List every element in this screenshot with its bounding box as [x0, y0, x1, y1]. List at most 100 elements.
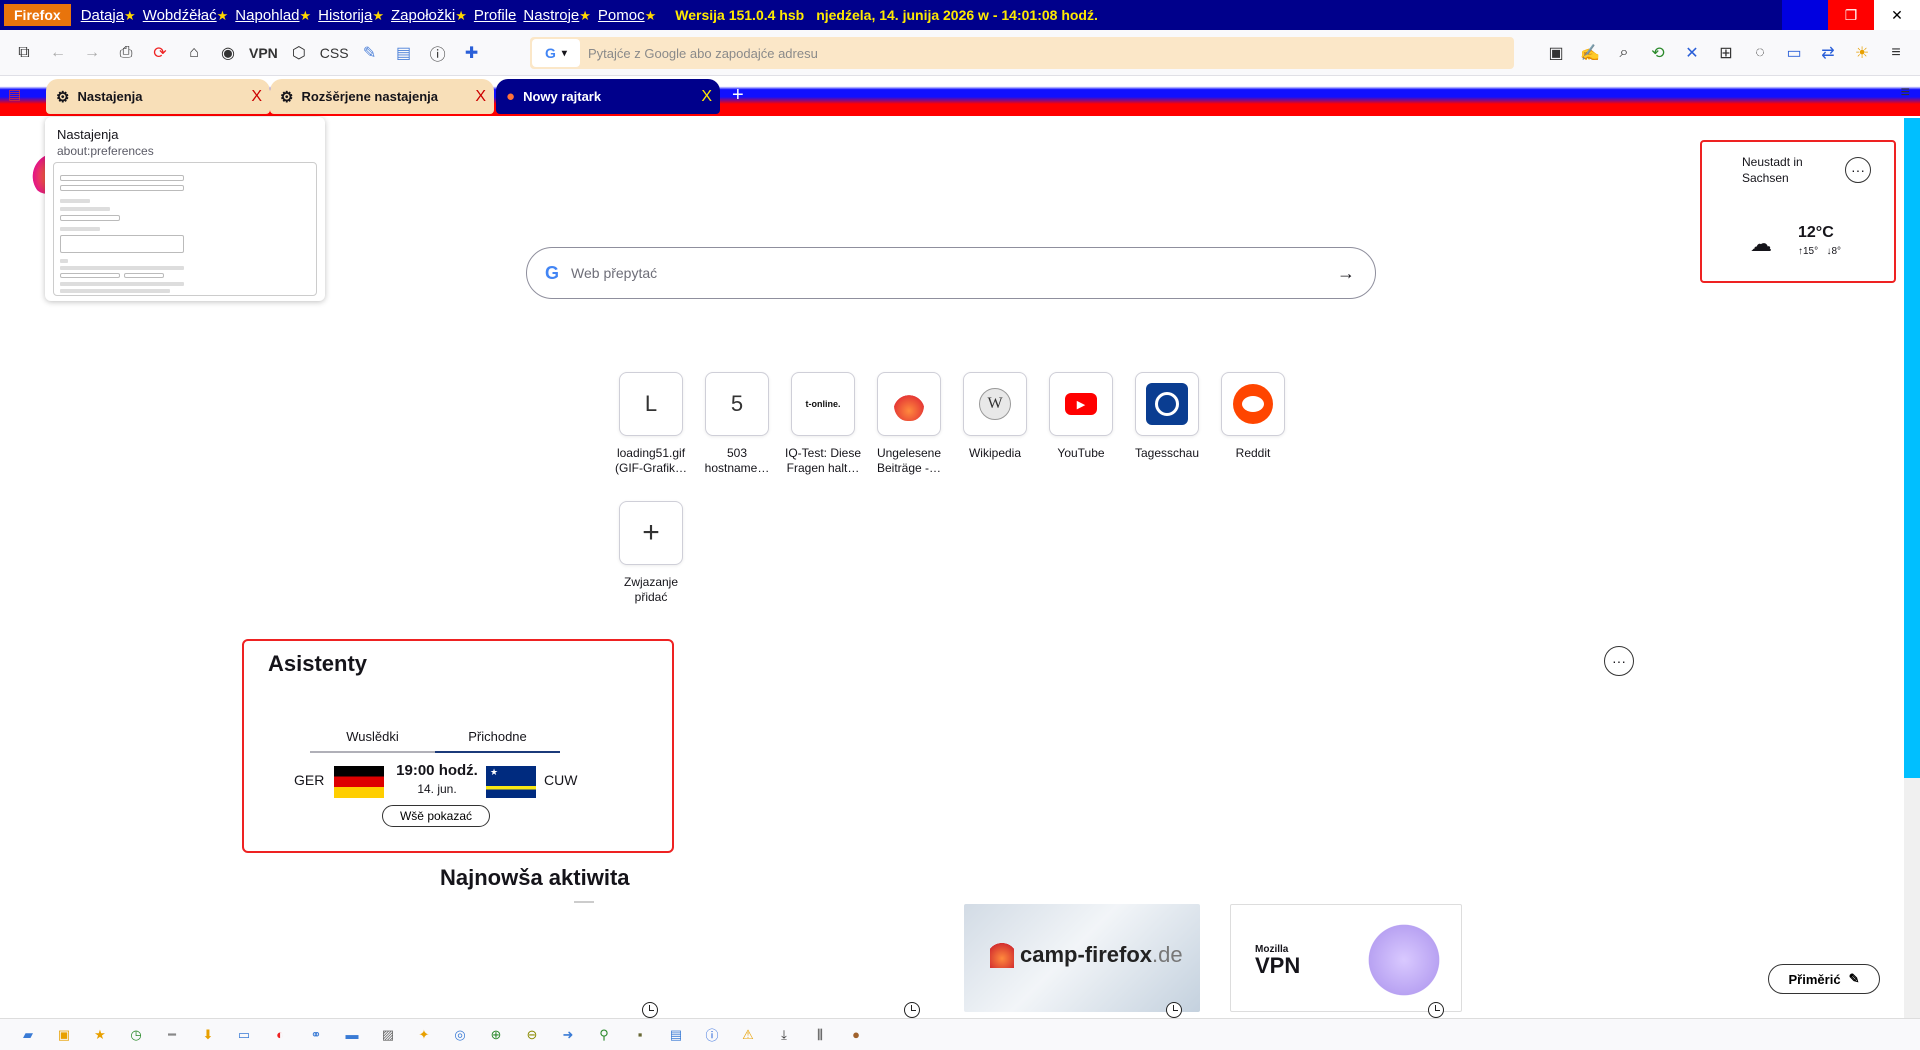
- tab-upcoming[interactable]: Přichodne: [435, 723, 560, 753]
- translate-icon[interactable]: ⇄: [1814, 39, 1842, 67]
- show-all-button[interactable]: Wšě pokazać: [382, 805, 490, 827]
- plus-green-icon[interactable]: ⊕: [485, 1024, 507, 1046]
- menu-nastroje[interactable]: Nastroje★: [523, 7, 591, 24]
- bulb-icon[interactable]: ✦: [413, 1024, 435, 1046]
- add-shortcut-button[interactable]: + Zwjazanje přidać: [608, 501, 694, 605]
- window-icon[interactable]: ▭: [233, 1024, 255, 1046]
- tab-rozsherjene-nastajenja[interactable]: ⚙ Rozšěrjene nastajenja X: [270, 79, 494, 114]
- url-input[interactable]: [588, 45, 1388, 61]
- image-icon[interactable]: ▨: [377, 1024, 399, 1046]
- zoom-icon[interactable]: ⚲: [593, 1024, 615, 1046]
- firefox-menu-button[interactable]: Firefox: [4, 4, 71, 26]
- tab-close-button[interactable]: X: [701, 88, 712, 106]
- chat-icon[interactable]: ◌: [1746, 39, 1774, 67]
- tab-nastajenja[interactable]: ⚙ Nastajenja X: [46, 79, 270, 114]
- hamburger-menu-icon[interactable]: ≡: [1882, 39, 1910, 67]
- match-row[interactable]: GER 19:00 hodź. 14. jun. CUW: [244, 762, 676, 802]
- shortcut-tagesschau[interactable]: Tagesschau: [1124, 372, 1210, 461]
- tab-list-icon[interactable]: ▤: [8, 86, 21, 103]
- download-icon[interactable]: ⤓: [773, 1024, 795, 1046]
- clock-icon: [642, 1002, 658, 1018]
- notes-icon[interactable]: ✍: [1576, 39, 1604, 67]
- gear-icon: ⚙: [56, 88, 70, 106]
- print-icon[interactable]: ⎙: [112, 39, 140, 67]
- reader-icon[interactable]: ▤: [390, 39, 418, 67]
- close-x-icon[interactable]: ✕: [1678, 39, 1706, 67]
- search-engine-button[interactable]: G ▾: [532, 39, 580, 67]
- star-icon[interactable]: ★: [89, 1024, 111, 1046]
- sync-icon[interactable]: ⟲: [1644, 39, 1672, 67]
- reload-icon[interactable]: ⟳: [146, 39, 174, 67]
- screenshot-icon[interactable]: ◉: [214, 39, 242, 67]
- arrow-icon[interactable]: ➜: [557, 1024, 579, 1046]
- bookmark-folder-icon[interactable]: ▣: [53, 1024, 75, 1046]
- menu-profile[interactable]: Profile: [474, 7, 517, 24]
- weather-city: Neustadt in Sachsen: [1742, 155, 1803, 185]
- globe-search-icon[interactable]: ◎: [449, 1024, 471, 1046]
- network-icon[interactable]: ⚭: [305, 1024, 327, 1046]
- recent-card-camp-firefox[interactable]: camp-firefox.de: [964, 904, 1200, 1012]
- web-search-box[interactable]: G →: [526, 247, 1376, 299]
- menu-napohlad[interactable]: Napohlad★: [235, 7, 311, 24]
- sidebar-toggle-icon[interactable]: ⧉: [10, 39, 38, 67]
- reader-view-icon[interactable]: ▣: [1542, 39, 1570, 67]
- weather-widget[interactable]: Neustadt in Sachsen ··· ☁ 12°C ↑15° ↓8°: [1700, 140, 1896, 283]
- shortcut-loading51[interactable]: L loading51.gif (GIF-Grafik…: [608, 372, 694, 476]
- tab-nowy-rajtark[interactable]: ● Nowy rajtark X: [496, 79, 720, 114]
- weather-more-button[interactable]: ···: [1845, 157, 1871, 183]
- tab-results[interactable]: Wuslědki: [310, 723, 435, 753]
- maximize-button[interactable]: ❐: [1828, 0, 1874, 30]
- screen-icon[interactable]: ▭: [1780, 39, 1808, 67]
- back-icon[interactable]: ←: [44, 39, 72, 67]
- cards-icon[interactable]: ▤: [665, 1024, 687, 1046]
- library-icon[interactable]: ⊞: [1712, 39, 1740, 67]
- reddit-icon: [1233, 384, 1273, 424]
- css-button[interactable]: CSS: [320, 45, 349, 61]
- search-go-icon[interactable]: →: [1337, 263, 1355, 284]
- puzzle-icon[interactable]: ✚: [458, 39, 486, 67]
- shortcut-t-online[interactable]: t-online. IQ-Test: Diese Fragen halt…: [780, 372, 866, 476]
- tab-close-button[interactable]: X: [475, 88, 486, 106]
- minus-circle-icon[interactable]: ⊖: [521, 1024, 543, 1046]
- menu-zapolozki[interactable]: Zapołožki★: [391, 7, 467, 24]
- customize-button[interactable]: Přiměrić ✎: [1768, 964, 1880, 994]
- camera-icon[interactable]: ▪: [629, 1024, 651, 1046]
- new-tab-button[interactable]: +: [732, 84, 744, 107]
- clock-green-icon[interactable]: ◷: [125, 1024, 147, 1046]
- close-window-button[interactable]: ✕: [1874, 0, 1920, 30]
- widgets-more-button[interactable]: ···: [1604, 646, 1634, 676]
- red-circle-icon[interactable]: ◐: [269, 1024, 291, 1046]
- web-search-input[interactable]: [571, 265, 1312, 281]
- shortcut-reddit[interactable]: Reddit: [1210, 372, 1296, 461]
- url-bar[interactable]: G ▾: [530, 37, 1514, 69]
- tab-close-button[interactable]: X: [251, 88, 262, 106]
- shortcut-wikipedia[interactable]: W Wikipedia: [952, 372, 1038, 461]
- info-icon[interactable]: ⓘ: [424, 39, 452, 67]
- scrollbar-thumb[interactable]: [1904, 118, 1920, 778]
- list-all-tabs-icon[interactable]: ≡: [1901, 84, 1910, 102]
- warning-icon[interactable]: ⚠: [737, 1024, 759, 1046]
- recent-card-mozilla-vpn[interactable]: Mozilla VPN: [1230, 904, 1462, 1012]
- menu-dataja[interactable]: Dataja★: [81, 7, 136, 24]
- menu-wobdzelac[interactable]: Wobdźěłać★: [143, 7, 229, 24]
- search-icon[interactable]: ⌕: [1610, 39, 1638, 67]
- shortcut-ungelesene[interactable]: Ungelesene Beiträge -…: [866, 372, 952, 476]
- download-arrow-icon[interactable]: ⬇: [197, 1024, 219, 1046]
- minimize-button[interactable]: [1782, 0, 1828, 30]
- extensions-icon[interactable]: ⬡: [285, 39, 313, 67]
- cookie-icon[interactable]: ●: [845, 1024, 867, 1046]
- minus-icon[interactable]: ━: [161, 1024, 183, 1046]
- menu-pomoc[interactable]: Pomoc★: [598, 7, 656, 24]
- folder-blue-icon[interactable]: ▬: [341, 1024, 363, 1046]
- info-blue-icon[interactable]: ⓘ: [701, 1024, 723, 1046]
- library-books-icon[interactable]: ⫼: [809, 1024, 831, 1046]
- shortcut-503[interactable]: 5 503 hostname…: [694, 372, 780, 476]
- weather-icon[interactable]: ☀: [1848, 39, 1876, 67]
- forward-icon[interactable]: →: [78, 39, 106, 67]
- folder-icon[interactable]: ▰: [17, 1024, 39, 1046]
- menu-historija[interactable]: Historija★: [318, 7, 384, 24]
- shortcut-youtube[interactable]: ▶ YouTube: [1038, 372, 1124, 461]
- vpn-button[interactable]: VPN: [249, 45, 278, 61]
- pen-icon[interactable]: ✎: [356, 39, 384, 67]
- home-icon[interactable]: ⌂: [180, 39, 208, 67]
